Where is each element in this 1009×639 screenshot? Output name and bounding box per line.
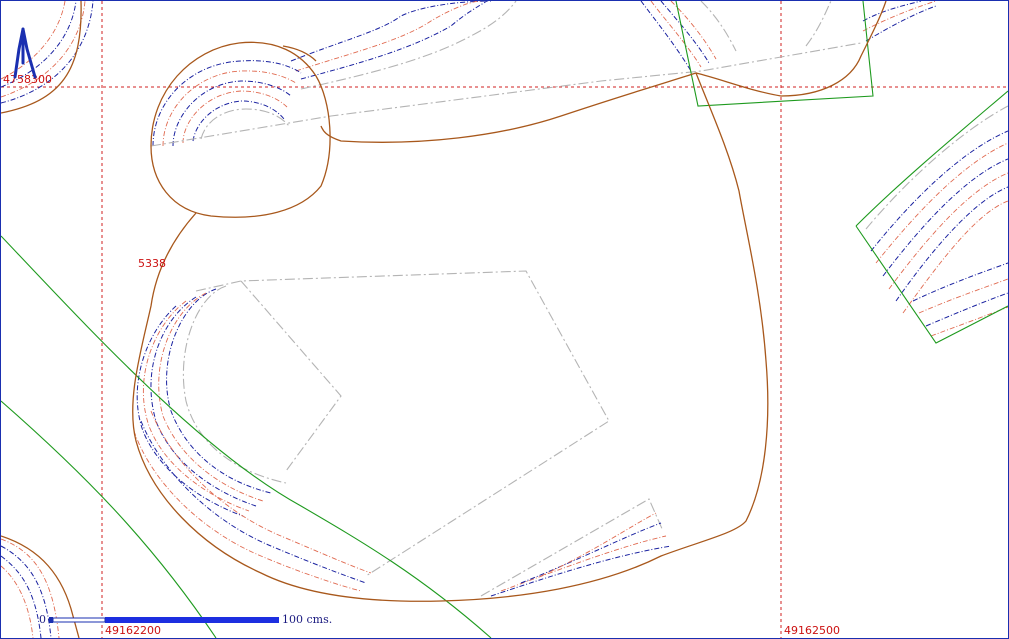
- map-canvas[interactable]: 4758300 49162200 49162500 5338 0 100 cms…: [1, 1, 1008, 638]
- contours-bottom: [490, 512, 672, 597]
- parcel-boundaries: [132, 1, 887, 602]
- parcel-number-label: 5338: [138, 257, 166, 270]
- north-arrow-icon: [13, 27, 37, 79]
- contours-top-left: [1, 1, 94, 114]
- contours-left-arc: [133, 285, 372, 592]
- coord-label-x-left: 49162200: [105, 624, 161, 637]
- road-edges: [1, 1, 874, 638]
- scale-bar: 0 100 cms.: [39, 613, 332, 626]
- contours-top-center: [290, 1, 517, 90]
- coord-label-y: 4758300: [3, 73, 52, 86]
- parcel-top-right-boundary[interactable]: [695, 1, 887, 97]
- map-viewport[interactable]: 4758300 49162200 49162500 5338 0 100 cms…: [0, 0, 1009, 639]
- contours-top-right: [640, 1, 937, 72]
- coord-label-x-right: 49162500: [784, 624, 840, 637]
- scale-length-label: 100 cms.: [282, 613, 332, 626]
- building-outlines: [150, 42, 862, 597]
- scale-zero-label: 0: [39, 613, 46, 626]
- contours-right: [855, 90, 1008, 344]
